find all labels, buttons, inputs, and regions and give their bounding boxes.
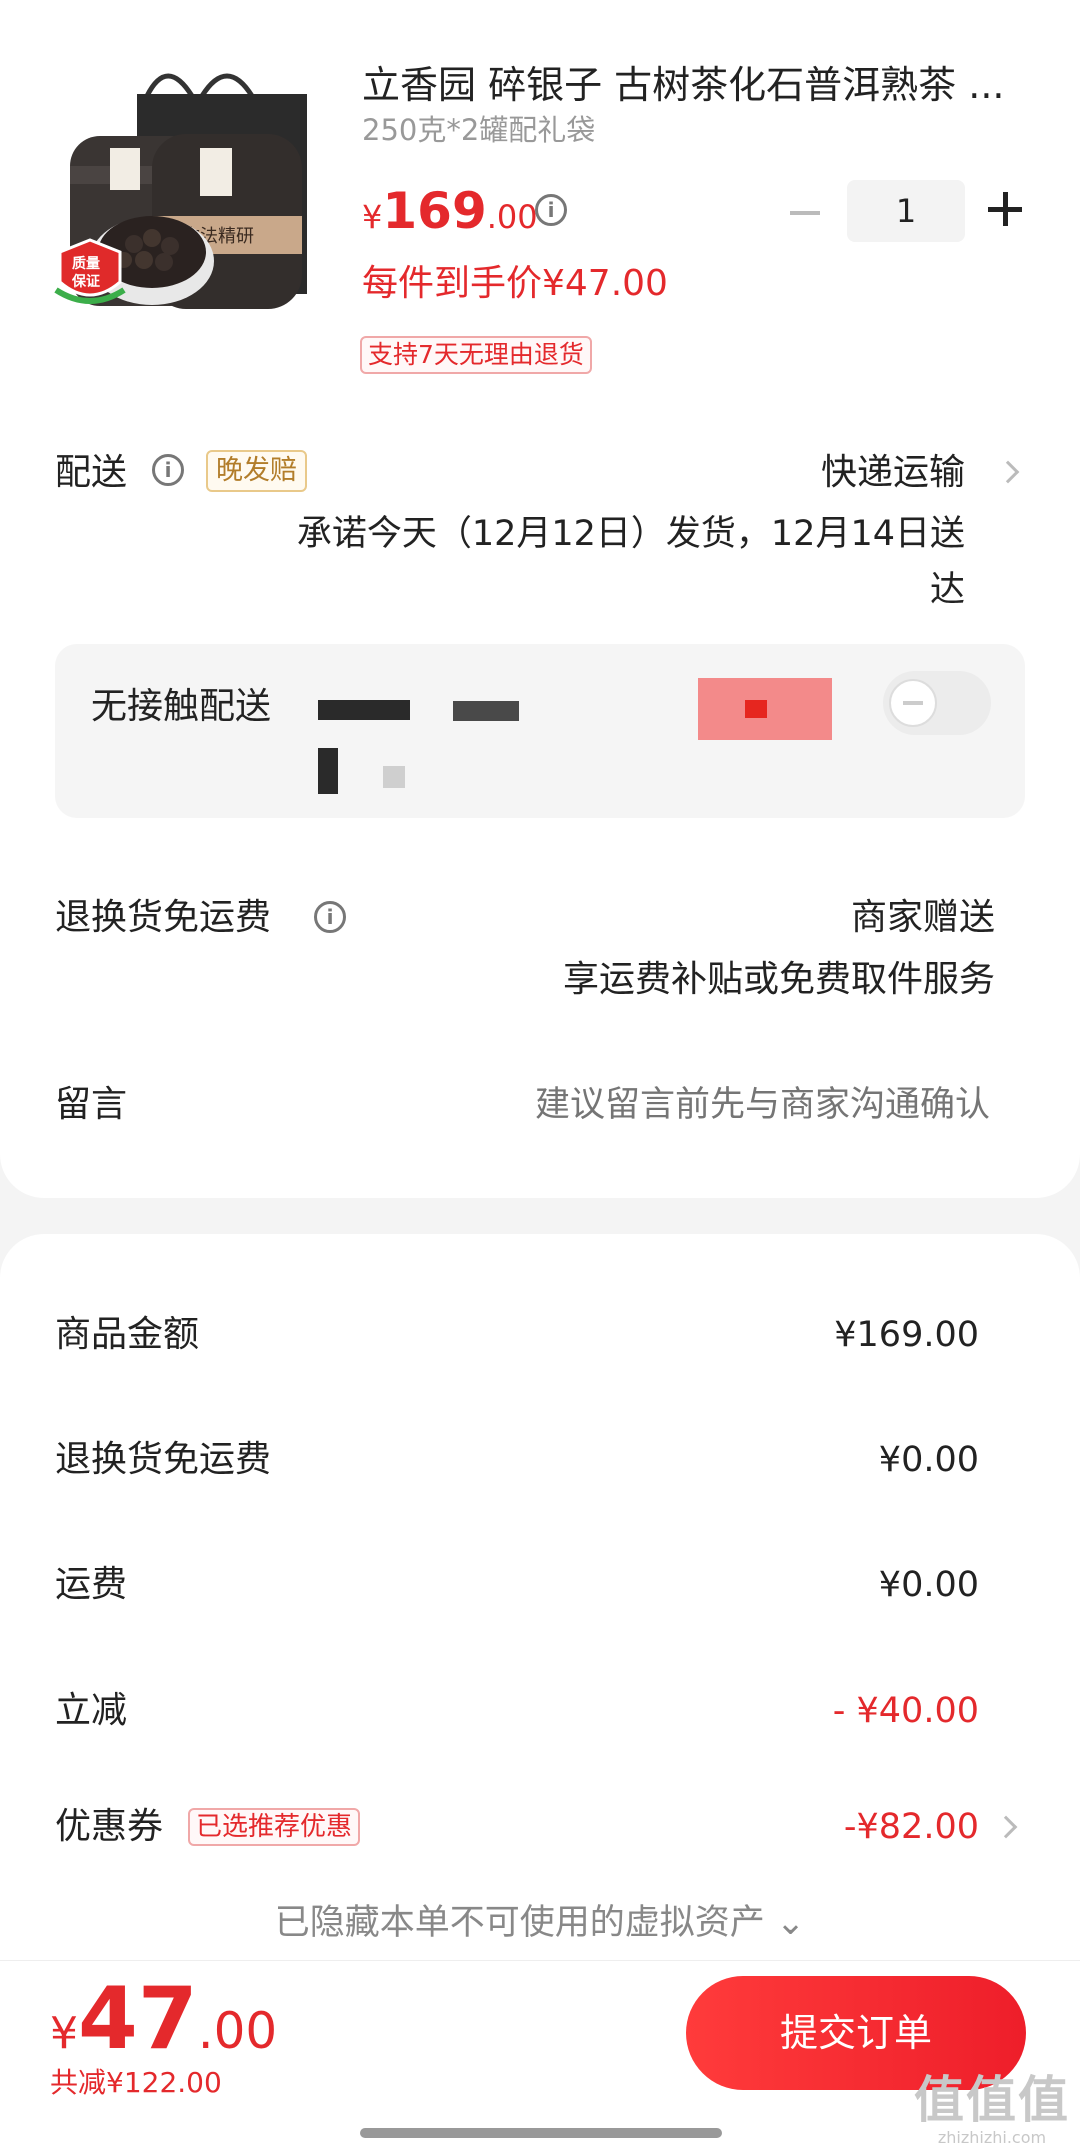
svg-text:保证: 保证 — [71, 273, 100, 290]
delivery-promise: 承诺今天（12月12日）发货，12月14日送达 — [296, 514, 965, 610]
message-label: 留言 — [55, 1084, 128, 1125]
site-watermark: 值值值 zhizhizhi.com — [914, 2072, 1070, 2148]
goods-amount-label: 商品金额 — [55, 1314, 200, 1355]
goods-amount-value: ¥169.00 — [834, 1315, 979, 1355]
product-spec[interactable]: 250克*2罐配礼袋 — [362, 110, 595, 150]
redacted-text — [453, 701, 519, 721]
instant-discount-value: - ¥40.00 — [832, 1691, 979, 1731]
price-info-icon[interactable]: i — [535, 194, 567, 226]
coupon-value[interactable]: -¥82.00 — [844, 1802, 979, 1852]
price-currency: ¥ — [362, 198, 383, 236]
return-shipping-value: 商家赠送 — [850, 897, 995, 938]
hidden-assets-toggle[interactable]: 已隐藏本单不可使用的虚拟资产 ⌄ — [0, 1898, 1080, 1948]
instant-discount-label: 立减 — [55, 1690, 128, 1731]
product-price: ¥169.00 — [362, 182, 538, 242]
product-title[interactable]: 立香园 碎银子 古树茶化石普洱熟茶 ... — [362, 58, 1012, 112]
svg-text:质量: 质量 — [72, 255, 100, 272]
total-integer: 47 — [78, 1969, 198, 2069]
redacted-text — [745, 700, 767, 718]
redacted-text — [318, 700, 410, 720]
order-main-card: 古法精研 质量 保证 立香园 碎银子 古树茶化石普洱熟茶 ... 250克*2罐… — [0, 0, 1080, 1198]
shipping-fee-value: ¥0.00 — [878, 1565, 979, 1605]
return-fee-value: ¥0.00 — [878, 1440, 979, 1480]
toggle-knob — [889, 679, 937, 727]
contactless-delivery-panel: 无接触配送 — [55, 644, 1025, 818]
delivery-info-icon[interactable]: i — [152, 454, 184, 486]
unit-price-text: 每件到手价¥47.00 — [362, 263, 668, 304]
message-input[interactable] — [370, 1080, 990, 1130]
delivery-label: 配送 — [55, 452, 128, 493]
product-image[interactable]: 古法精研 质量 保证 — [52, 56, 322, 326]
return-shipping-info-icon[interactable]: i — [314, 901, 346, 933]
return-fee-label: 退换货免运费 — [55, 1439, 272, 1480]
coupon-selected-badge: 已选推荐优惠 — [188, 1808, 361, 1846]
price-integer: 169 — [382, 182, 487, 240]
return-shipping-label: 退换货免运费 — [55, 897, 272, 938]
total-decimal: .00 — [197, 2002, 278, 2060]
coupon-label[interactable]: 优惠券 — [55, 1802, 163, 1852]
shipping-fee-label: 运费 — [55, 1564, 128, 1605]
quantity-input[interactable]: 1 — [847, 180, 965, 242]
total-price: ¥47.00 — [50, 1969, 277, 2069]
total-currency: ¥ — [50, 2008, 78, 2059]
late-compensation-badge: 晚发赔 — [206, 450, 307, 492]
home-indicator[interactable] — [360, 2128, 722, 2138]
redacted-text — [383, 766, 405, 788]
contactless-delivery-label: 无接触配送 — [91, 686, 272, 727]
quantity-decrease-button[interactable] — [786, 196, 826, 230]
quantity-increase-button[interactable] — [988, 192, 1022, 226]
delivery-method[interactable]: 快递运输 — [821, 448, 965, 498]
tea-jar-image: 古法精研 质量 保证 — [54, 73, 307, 309]
return-policy-badge: 支持7天无理由退货 — [360, 336, 592, 374]
redacted-text — [318, 748, 338, 794]
price-decimal: .00 — [486, 198, 538, 236]
total-saved: 共减¥122.00 — [50, 2066, 222, 2099]
return-shipping-subtext: 享运费补贴或免费取件服务 — [562, 959, 995, 1000]
chevron-right-icon[interactable] — [996, 460, 1020, 484]
watermark-logo: 值值值 — [914, 2071, 1070, 2129]
watermark-url: zhizhizhi.com — [937, 2128, 1047, 2147]
contactless-toggle[interactable] — [883, 671, 991, 735]
